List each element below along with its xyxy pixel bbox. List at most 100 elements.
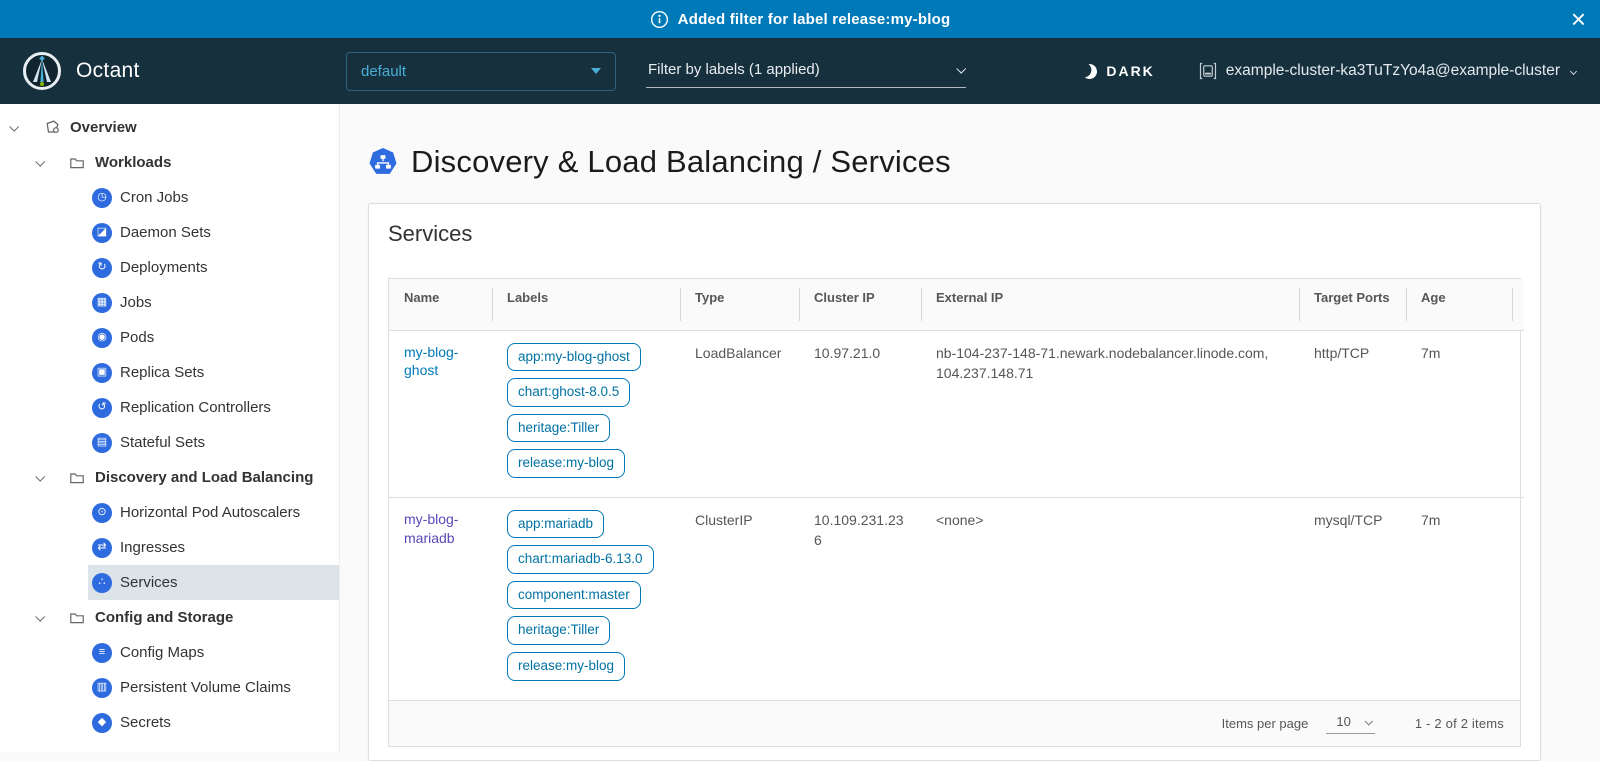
cell-cluster-ip: 10.109.231.236 [799,497,921,699]
column-header-labels: Labels [492,279,680,330]
folder-icon [69,155,85,171]
sidebar-item-replication-controllers[interactable]: ↺ Replication Controllers [0,390,339,425]
sidebar-item-label: Cron Jobs [120,189,188,206]
namespace-dropdown[interactable]: default [346,52,616,91]
secrets-icon: ◆ [92,713,112,733]
cluster-selector[interactable]: example-cluster-ka3TuTzYo4a@example-clus… [1199,62,1576,80]
chevron-down-icon [956,64,966,74]
cluster-icon [1199,62,1217,80]
sidebar-item-label: Replica Sets [120,364,204,381]
sidebar-item-jobs[interactable]: ▦ Jobs [0,285,339,320]
items-per-page-value: 10 [1336,714,1350,729]
label-pill[interactable]: heritage:Tiller [507,616,610,645]
sidebar-group-config-and-storage[interactable]: Config and Storage [0,600,339,635]
chevron-down-icon [1364,717,1372,725]
sidebar-item-label: Pods [120,329,154,346]
label-filter-text: Filter by labels (1 applied) [648,61,820,78]
label-pill[interactable]: heritage:Tiller [507,414,610,443]
label-pill[interactable]: app:mariadb [507,510,604,539]
sidebar-item-persistent-volume-claims[interactable]: ▥ Persistent Volume Claims [0,670,339,705]
sidebar-item-label: Ingresses [120,539,185,556]
column-header-target-ports: Target Ports [1299,279,1406,330]
sidebar-item-label: Overview [70,119,137,136]
service-name-link[interactable]: my-blog-ghost [404,343,477,381]
cluster-value: example-cluster-ka3TuTzYo4a@example-clus… [1226,62,1560,80]
label-filter-dropdown[interactable]: Filter by labels (1 applied) [646,54,966,88]
folder-icon [69,470,85,486]
sidebar-item-label: Daemon Sets [120,224,211,241]
namespace-value: default [361,63,406,80]
label-pill[interactable]: release:my-blog [507,449,625,478]
sidebar-item-overview[interactable]: Overview [0,110,339,145]
cell-cluster-ip: 10.97.21.0 [799,330,921,497]
sidebar-item-label: Horizontal Pod Autoscalers [120,504,300,521]
sidebar-item-pods[interactable]: ◉ Pods [0,320,339,355]
horizontal-pod-autoscalers-icon: ⊙ [92,503,112,523]
sidebar-item-stateful-sets[interactable]: ▤ Stateful Sets [0,425,339,460]
chevron-down-icon[interactable] [35,157,45,167]
items-per-page-label: Items per page [1222,716,1309,731]
notification-message: Added filter for label release:my-blog [678,11,951,28]
cell-target-ports: mysql/TCP [1299,497,1406,699]
label-pill[interactable]: component:master [507,581,641,610]
replication-controllers-icon: ↺ [92,398,112,418]
column-header-cluster-ip: Cluster IP [799,279,921,330]
items-per-page-select[interactable]: 10 [1326,712,1374,734]
jobs-icon: ▦ [92,293,112,313]
services-card: Services Name Labels Type Cluster IP [368,203,1541,761]
theme-toggle-button[interactable]: DARK [1082,63,1154,79]
cell-external-ip: nb-104-237-148-71.newark.nodebalancer.li… [921,330,1299,497]
sidebar-group-label: Workloads [95,154,171,171]
label-pill[interactable]: chart:mariadb-6.13.0 [507,545,654,574]
sidebar-item-label: Config Maps [120,644,204,661]
sidebar-item-daemon-sets[interactable]: ◪ Daemon Sets [0,215,339,250]
sidebar-nav: Overview Workloads ◷ Cron Jobs ◪ Daemon … [0,104,340,752]
cell-type: LoadBalancer [680,330,799,497]
sidebar-item-horizontal-pod-autoscalers[interactable]: ⊙ Horizontal Pod Autoscalers [0,495,339,530]
services-table: Name Labels Type Cluster IP External IP … [388,278,1521,747]
cell-external-ip: <none> [921,497,1299,699]
replica-sets-icon: ▣ [92,363,112,383]
page-title-text: Discovery & Load Balancing / Services [411,144,951,180]
sidebar-item-label: Secrets [120,714,171,731]
column-header-type: Type [680,279,799,330]
sidebar-item-label: Replication Controllers [120,399,271,416]
service-name-link[interactable]: my-blog-mariadb [404,510,477,548]
chevron-down-icon[interactable] [9,122,19,132]
label-pill[interactable]: app:my-blog-ghost [507,343,641,372]
sidebar-item-label: Deployments [120,259,208,276]
sidebar-group-workloads[interactable]: Workloads [0,145,339,180]
card-title: Services [388,221,1521,247]
sidebar-group-label: Config and Storage [95,609,233,626]
sidebar-item-config-maps[interactable]: ≡ Config Maps [0,635,339,670]
sidebar-item-label: Services [120,574,178,591]
column-header-external-ip: External IP [921,279,1299,330]
caret-down-icon [591,68,601,74]
cell-age: 7m [1406,497,1512,699]
chevron-down-icon[interactable] [35,472,45,482]
close-icon[interactable]: × [1571,0,1586,38]
cell-age: 7m [1406,330,1512,497]
cron-jobs-icon: ◷ [92,188,112,208]
sidebar-item-label: Jobs [120,294,152,311]
brand: Octant [22,51,346,91]
chevron-down-icon [1570,67,1577,74]
sidebar-item-deployments[interactable]: ↻ Deployments [0,250,339,285]
services-icon: ∴ [92,573,112,593]
sidebar-item-services[interactable]: ∴ Services [88,565,339,600]
config-maps-icon: ≡ [92,643,112,663]
notification-bar: Added filter for label release:my-blog × [0,0,1600,38]
chevron-down-icon[interactable] [35,612,45,622]
octant-logo-icon [22,51,62,91]
sidebar-item-cron-jobs[interactable]: ◷ Cron Jobs [0,180,339,215]
label-pill[interactable]: release:my-blog [507,652,625,681]
services-heptagon-icon [368,147,398,177]
sidebar-item-replica-sets[interactable]: ▣ Replica Sets [0,355,339,390]
sidebar-group-discovery-load-balancing[interactable]: Discovery and Load Balancing [0,460,339,495]
sidebar-item-secrets[interactable]: ◆ Secrets [0,705,339,740]
moon-icon [1081,62,1099,80]
app-title: Octant [76,59,140,83]
table-pagination: Items per page 10 1 - 2 of 2 items [389,700,1520,746]
label-pill[interactable]: chart:ghost-8.0.5 [507,378,630,407]
sidebar-item-ingresses[interactable]: ⇄ Ingresses [0,530,339,565]
